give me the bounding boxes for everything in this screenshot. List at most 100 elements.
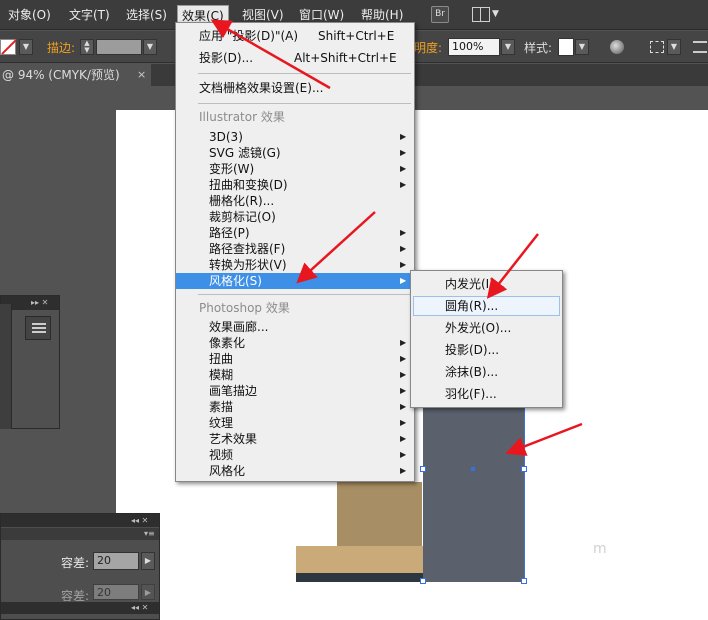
selection-handle[interactable] [521,578,527,584]
submenu-arrow-icon: ▶ [400,148,407,157]
menu-item-distort[interactable]: 扭曲 ▶ [176,351,414,367]
style-swatch[interactable] [558,38,574,56]
menu-item-texture[interactable]: 纹理 ▶ [176,415,414,431]
submenu-arrow-icon: ▶ [400,402,407,411]
stroke-label[interactable]: 描边: [47,39,75,56]
submenu-arrow-icon: ▶ [400,466,407,475]
menu-item-stylize-photoshop[interactable]: 风格化 ▶ [176,463,414,479]
submenu-item-outer-glow[interactable]: 外发光(O)... [413,318,560,338]
menu-item-stylize-illustrator[interactable]: 风格化(S) ▶ [176,273,414,289]
menu-item-label: 投影(D)... [199,51,254,65]
tolerance-field[interactable]: 20 [93,584,139,600]
document-tab[interactable]: @ 94% (CMYK/预览) × [0,64,151,86]
opacity-field[interactable]: 100% [448,38,500,56]
menu-type[interactable]: 文字(T) [65,5,114,25]
submenu-arrow-icon: ▶ [400,228,407,237]
menu-item-blur[interactable]: 模糊 ▶ [176,367,414,383]
menu-item-pathfinder[interactable]: 路径查找器(F) ▶ [176,241,414,257]
submenu-arrow-icon: ▶ [400,450,407,459]
menu-item-document-raster-settings[interactable]: 文档栅格效果设置(E)... [176,80,414,96]
stroke-spinner-icon[interactable]: ▲ ▼ [80,39,94,55]
menu-item-video[interactable]: 视频 ▶ [176,447,414,463]
menu-item-artistic[interactable]: 艺术效果 ▶ [176,431,414,447]
panel-options-icon[interactable]: ▾≡ [1,528,159,540]
menu-item-label: 应用 "投影(D)"(A) [199,29,299,43]
panel-menu-icon[interactable] [25,316,51,340]
opacity-dropdown-icon[interactable]: ▼ [501,39,515,55]
menu-item-label: 扭曲 [209,352,234,366]
style-dropdown-icon[interactable]: ▼ [575,39,589,55]
select-similar-dropdown-icon[interactable]: ▼ [667,39,681,55]
arrange-documents-icon[interactable] [472,7,490,22]
fill-dropdown-icon[interactable]: ▼ [19,39,33,55]
select-similar-icon[interactable] [650,41,664,53]
menu-item-sketch[interactable]: 素描 ▶ [176,399,414,415]
submenu-arrow-icon: ▶ [400,354,407,363]
menu-item-convert-to-shape[interactable]: 转换为形状(V) ▶ [176,257,414,273]
panel-header[interactable]: ◂◂ ✕ [1,602,159,614]
menu-item-rasterize[interactable]: 栅格化(R)... [176,193,414,209]
menu-item-label: 模糊 [209,368,234,382]
menu-item-label: 裁剪标记(O) [209,210,276,224]
menu-item-label: 素描 [209,400,234,414]
menu-item-last-effect[interactable]: 投影(D)... Alt+Shift+Ctrl+E [176,50,414,66]
photoshop-effects-header: Photoshop 效果 [199,301,290,315]
menu-separator [198,294,411,295]
align-icon[interactable] [693,41,707,53]
menu-item-pixelate[interactable]: 像素化 ▶ [176,335,414,351]
menu-separator [198,103,411,104]
easel-base[interactable] [296,546,424,574]
panel-header[interactable]: ◂◂ ✕ [1,514,159,527]
stroke-dropdown-icon[interactable]: ▼ [143,39,157,55]
menu-item-label: 像素化 [209,336,246,350]
panel-dock-strip[interactable] [0,304,12,429]
submenu-arrow-icon: ▶ [400,180,407,189]
menu-item-svg-filters[interactable]: SVG 滤镜(G) ▶ [176,145,414,161]
submenu-arrow-icon: ▶ [400,338,407,347]
selection-handle[interactable] [420,578,426,584]
selection-center-point [471,467,475,471]
stylize-submenu: 内发光(I)... 圆角(R)... 外发光(O)... 投影(D)... 涂抹… [410,270,563,408]
chevron-down-icon[interactable]: ▼ [492,9,499,19]
menu-item-label: 风格化 [209,464,246,478]
fill-none-swatch[interactable] [0,39,16,55]
menu-select[interactable]: 选择(S) [122,5,171,25]
menu-item-label: 艺术效果 [209,432,258,446]
tolerance-arrow-icon[interactable]: ▶ [141,584,155,600]
submenu-item-scribble[interactable]: 涂抹(B)... [413,362,560,382]
stroke-weight-field[interactable] [96,39,142,55]
selected-board-rectangle[interactable] [423,404,525,582]
menu-item-label: 变形(W) [209,162,255,176]
menu-item-distort-transform[interactable]: 扭曲和变换(D) ▶ [176,177,414,193]
tolerance-field[interactable]: 20 [93,552,139,570]
style-label: 样式: [524,41,553,55]
menu-object[interactable]: 对象(O) [4,5,55,25]
easel-back-leg[interactable] [337,482,422,546]
menu-item-shortcut: Alt+Shift+Ctrl+E [294,51,397,65]
menu-item-crop-marks[interactable]: 裁剪标记(O) [176,209,414,225]
menu-item-label: SVG 滤镜(G) [209,146,281,160]
bridge-button[interactable]: Br [431,6,449,23]
submenu-arrow-icon: ▶ [400,276,407,285]
recolor-icon[interactable] [610,40,624,54]
menu-item-warp[interactable]: 变形(W) ▶ [176,161,414,177]
document-tab-title: @ 94% (CMYK/预览) [2,68,120,82]
selection-handle[interactable] [521,466,527,472]
tolerance-arrow-icon[interactable]: ▶ [141,552,155,570]
menu-item-label: 风格化(S) [209,274,262,288]
close-icon[interactable]: × [137,64,146,86]
menu-item-effect-gallery[interactable]: 效果画廊... [176,319,414,335]
submenu-item-feather[interactable]: 羽化(F)... [413,384,560,404]
opacity-label[interactable]: 明度: [414,39,442,56]
tolerance-label: 容差: [61,556,90,570]
menu-item-apply-last-effect[interactable]: 应用 "投影(D)"(A) Shift+Ctrl+E [176,28,414,44]
menu-item-brush-strokes[interactable]: 画笔描边 ▶ [176,383,414,399]
selection-handle[interactable] [420,466,426,472]
menu-item-path[interactable]: 路径(P) ▶ [176,225,414,241]
submenu-item-round-corners[interactable]: 圆角(R)... [413,296,560,316]
menu-item-3d[interactable]: 3D(3) ▶ [176,129,414,145]
submenu-item-drop-shadow[interactable]: 投影(D)... [413,340,560,360]
submenu-item-inner-glow[interactable]: 内发光(I)... [413,274,560,294]
submenu-arrow-icon: ▶ [400,164,407,173]
easel-shadow[interactable] [296,573,424,582]
